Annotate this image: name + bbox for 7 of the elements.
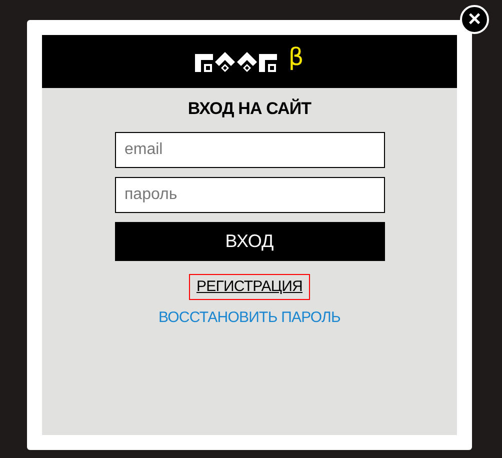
- email-field[interactable]: email: [114, 132, 384, 168]
- login-title: ВХОД НА САЙТ: [188, 98, 312, 120]
- login-button[interactable]: ВХОД: [114, 222, 384, 261]
- password-field[interactable]: пароль: [114, 177, 384, 213]
- beta-label: β: [288, 45, 304, 69]
- register-link[interactable]: РЕГИСТРАЦИЯ: [189, 274, 310, 300]
- close-button[interactable]: ×: [460, 5, 489, 34]
